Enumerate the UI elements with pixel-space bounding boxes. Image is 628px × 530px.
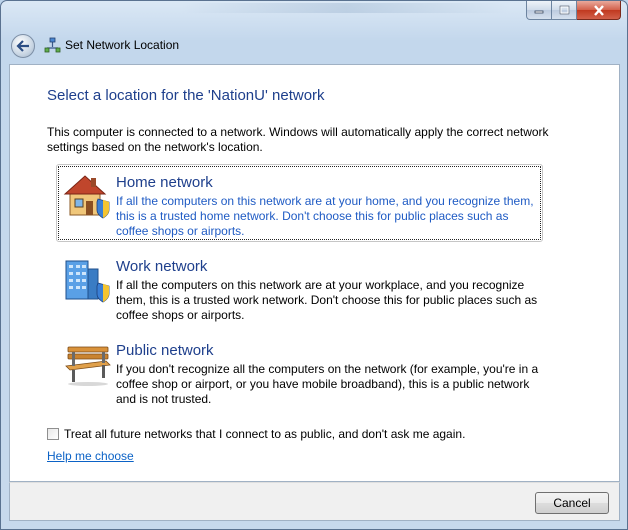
back-button[interactable] bbox=[11, 34, 35, 58]
treat-as-public-row: Treat all future networks that I connect… bbox=[47, 427, 465, 441]
intro-text: This computer is connected to a network.… bbox=[47, 125, 549, 154]
window-title: Set Network Location bbox=[65, 38, 180, 52]
office-building-icon bbox=[65, 260, 110, 303]
minimize-icon bbox=[534, 10, 544, 14]
back-arrow-icon bbox=[16, 40, 29, 52]
home-network-option[interactable]: Home network If all the computers on thi… bbox=[56, 164, 543, 242]
public-network-option[interactable]: Public network If you don't recognize al… bbox=[56, 332, 543, 410]
public-network-description: If you don't recognize all the computers… bbox=[116, 362, 539, 406]
dialog-content: Select a location for the 'NationU' netw… bbox=[9, 64, 620, 482]
house-icon bbox=[63, 175, 110, 219]
maximize-button[interactable] bbox=[552, 1, 577, 20]
set-network-location-window: Set Network Location Select a location f… bbox=[0, 0, 628, 530]
work-network-title: Work network bbox=[116, 258, 208, 275]
treat-as-public-checkbox[interactable] bbox=[47, 428, 59, 440]
dialog-footer: Cancel bbox=[9, 482, 620, 521]
close-button[interactable] bbox=[577, 1, 621, 20]
treat-as-public-label[interactable]: Treat all future networks that I connect… bbox=[64, 427, 465, 441]
public-network-title: Public network bbox=[116, 342, 214, 359]
page-heading: Select a location for the 'NationU' netw… bbox=[47, 87, 325, 104]
cancel-button[interactable]: Cancel bbox=[535, 492, 609, 514]
network-icon bbox=[44, 37, 61, 53]
help-me-choose-link[interactable]: Help me choose bbox=[47, 449, 134, 463]
background-window-ghost bbox=[181, 3, 511, 13]
close-icon bbox=[593, 4, 604, 16]
maximize-icon bbox=[559, 5, 569, 15]
minimize-button[interactable] bbox=[526, 1, 552, 20]
home-network-description: If all the computers on this network are… bbox=[116, 194, 534, 238]
home-network-title: Home network bbox=[116, 174, 213, 191]
work-network-option[interactable]: Work network If all the computers on thi… bbox=[56, 248, 543, 326]
work-network-description: If all the computers on this network are… bbox=[116, 278, 538, 322]
window-caption-buttons bbox=[526, 1, 621, 20]
park-bench-icon bbox=[65, 346, 111, 386]
